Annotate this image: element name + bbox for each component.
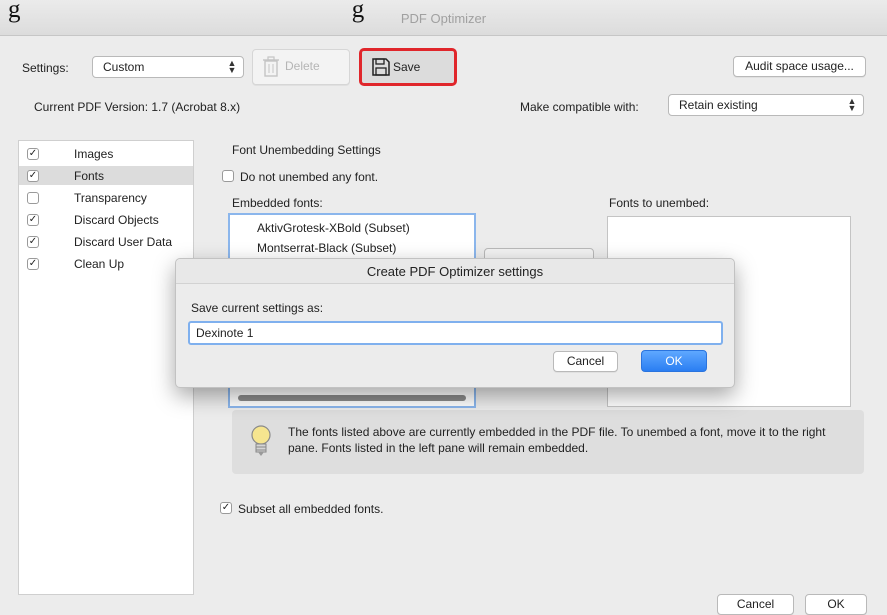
compatibility-select[interactable]: Retain existing ▲ ▼ bbox=[668, 94, 864, 116]
category-item[interactable]: Transparency bbox=[19, 188, 193, 207]
settings-label: Settings: bbox=[22, 61, 69, 75]
category-label: Images bbox=[74, 147, 114, 161]
compatibility-label: Make compatible with: bbox=[520, 100, 639, 114]
settings-select-value: Custom bbox=[103, 60, 145, 74]
font-list-item[interactable]: Montserrat-Black (Subset) bbox=[257, 241, 396, 255]
lightbulb-icon bbox=[251, 425, 271, 456]
category-checkbox[interactable]: ✓ bbox=[27, 148, 39, 160]
category-item[interactable]: ✓ Fonts bbox=[19, 166, 193, 185]
category-label: Discard Objects bbox=[74, 213, 159, 227]
category-item[interactable]: ✓ Clean Up bbox=[19, 254, 193, 273]
category-item[interactable]: ✓ Discard User Data bbox=[19, 232, 193, 251]
category-checkbox[interactable]: ✓ bbox=[27, 214, 39, 226]
settings-name-value: Dexinote 1 bbox=[196, 326, 254, 340]
chevron-updown-icon: ▲ ▼ bbox=[847, 96, 857, 113]
embedded-fonts-label: Embedded fonts: bbox=[232, 196, 323, 210]
category-label: Clean Up bbox=[74, 257, 125, 271]
delete-button[interactable]: Delete bbox=[252, 49, 350, 85]
horizontal-scrollbar[interactable] bbox=[238, 395, 466, 401]
save-label: Save bbox=[393, 60, 421, 74]
category-item[interactable]: ✓ Discard Objects bbox=[19, 210, 193, 229]
category-item[interactable]: ✓ Images bbox=[19, 144, 193, 163]
font-list-item[interactable]: AktivGrotesk-XBold (Subset) bbox=[257, 221, 410, 235]
category-label: Discard User Data bbox=[74, 235, 173, 249]
category-checkbox[interactable]: ✓ bbox=[27, 236, 39, 248]
dialog-ok-button[interactable]: OK bbox=[641, 350, 707, 372]
current-pdf-version: Current PDF Version: 1.7 (Acrobat 8.x) bbox=[34, 100, 241, 114]
category-checkbox[interactable] bbox=[27, 192, 39, 204]
ok-button[interactable]: OK bbox=[805, 594, 867, 615]
dialog-cancel-button[interactable]: Cancel bbox=[553, 351, 618, 372]
compatibility-select-value: Retain existing bbox=[679, 98, 758, 112]
do-not-unembed-label: Do not unembed any font. bbox=[240, 170, 379, 184]
info-text: The fonts listed above are currently emb… bbox=[288, 425, 826, 455]
save-settings-dialog: Create PDF Optimizer settings Save curre… bbox=[175, 258, 735, 388]
category-label: Transparency bbox=[74, 191, 147, 205]
category-checkbox[interactable]: ✓ bbox=[27, 170, 39, 182]
settings-name-input[interactable]: Dexinote 1 bbox=[188, 321, 723, 345]
audit-space-usage-button[interactable]: Audit space usage... bbox=[733, 56, 866, 77]
subset-fonts-checkbox[interactable]: ✓ bbox=[220, 502, 232, 514]
do-not-unembed-checkbox[interactable] bbox=[222, 170, 234, 182]
save-button[interactable]: Save bbox=[359, 48, 457, 86]
dialog-title: Create PDF Optimizer settings bbox=[176, 259, 734, 284]
section-title: Font Unembedding Settings bbox=[232, 143, 381, 157]
fonts-to-unembed-label: Fonts to unembed: bbox=[609, 196, 710, 210]
delete-label: Delete bbox=[285, 59, 320, 73]
chevron-updown-icon: ▲ ▼ bbox=[227, 58, 237, 75]
settings-select[interactable]: Custom ▲ ▼ bbox=[92, 56, 244, 78]
category-list: ✓ Images ✓ Fonts Transparency ✓ Discard Object… bbox=[18, 140, 194, 595]
category-checkbox[interactable]: ✓ bbox=[27, 258, 39, 270]
overlay-caption: g g bbox=[8, 0, 365, 23]
save-icon bbox=[372, 58, 390, 76]
info-box: The fonts listed above are currently emb… bbox=[232, 410, 864, 474]
category-label: Fonts bbox=[74, 169, 105, 183]
trash-icon bbox=[263, 56, 279, 77]
cancel-button[interactable]: Cancel bbox=[717, 594, 794, 615]
subset-fonts-label: Subset all embedded fonts. bbox=[238, 502, 384, 516]
dialog-prompt: Save current settings as: bbox=[191, 301, 324, 315]
